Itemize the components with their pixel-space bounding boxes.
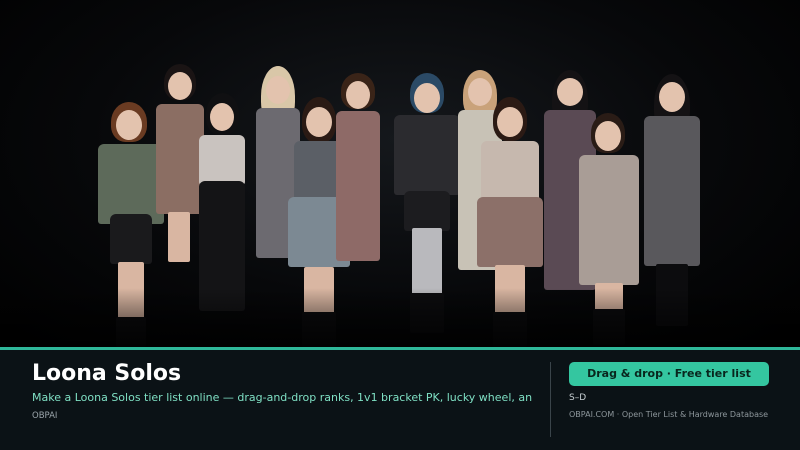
page-title: Loona Solos <box>32 361 182 386</box>
hero-group-photo <box>0 0 800 348</box>
page-description: Make a Loona Solos tier list online — dr… <box>32 391 532 404</box>
tier-range-label: S–D <box>569 393 587 403</box>
brand-label: OBPAI <box>32 411 58 421</box>
site-tagline: OBPAI.COM · Open Tier List & Hardware Da… <box>569 410 769 419</box>
hero-floor-shadow <box>0 288 800 348</box>
vertical-divider <box>550 362 551 437</box>
tier-list-cta-button[interactable]: Drag & drop · Free tier list <box>569 362 769 386</box>
member-figure-6 <box>333 73 383 273</box>
member-figure-3 <box>195 93 250 318</box>
